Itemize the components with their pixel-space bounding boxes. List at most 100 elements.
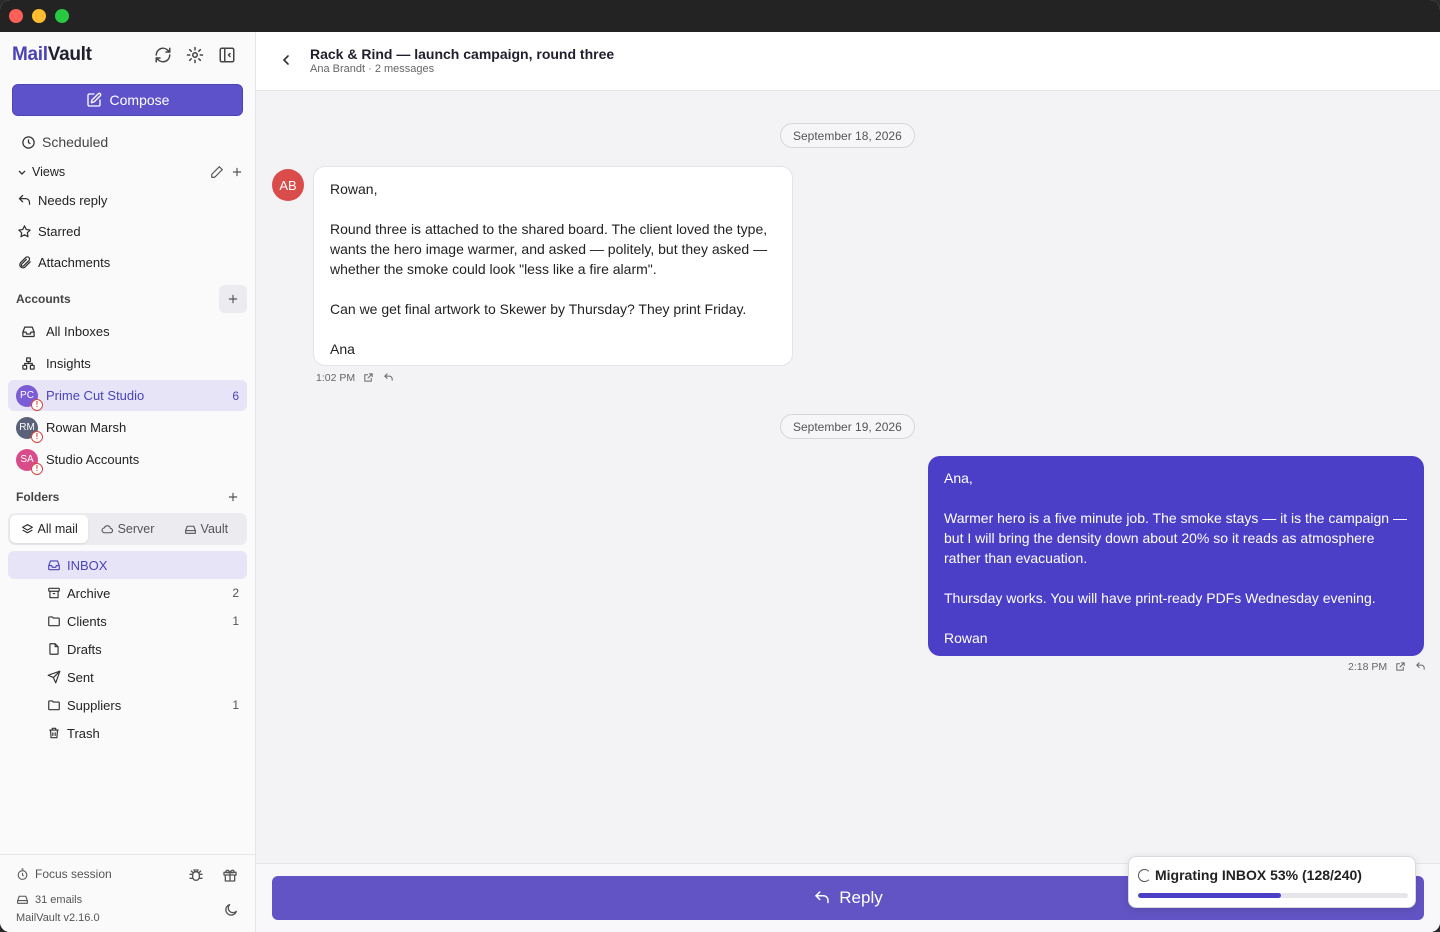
views-label: Views [32, 165, 66, 179]
send-icon [46, 669, 62, 685]
account-rowan-marsh[interactable]: RM! Rowan Marsh [8, 412, 247, 443]
segment-label: Vault [200, 522, 229, 536]
star-icon [16, 223, 32, 239]
folder-icon [46, 613, 62, 629]
drive-icon [17, 895, 28, 904]
chevron-down-icon [16, 164, 28, 180]
segment-label: Server [117, 522, 155, 536]
sidebar-item-attachments[interactable]: Attachments [8, 248, 247, 276]
date-separator: September 19, 2026 [780, 414, 915, 439]
account-studio-accounts[interactable]: SA! Studio Accounts [8, 444, 247, 475]
segment-label: All mail [37, 522, 78, 536]
folder-suppliers[interactable]: Suppliers 1 [8, 691, 247, 719]
warning-icon: ! [31, 398, 43, 411]
spinner-icon [1138, 869, 1151, 882]
folder-label: INBOX [67, 557, 108, 573]
folder-clients[interactable]: Clients 1 [8, 607, 247, 635]
add-account-button[interactable] [219, 285, 247, 313]
compose-label: Compose [109, 92, 170, 108]
draft-icon [46, 641, 62, 657]
cloud-icon [101, 524, 113, 533]
message-paragraph: Warmer hero is a five minute job. The sm… [944, 510, 1407, 566]
sidebar-item-all-inboxes[interactable]: All Inboxes [8, 317, 247, 345]
drive-icon [184, 525, 196, 534]
open-external-icon[interactable] [1395, 661, 1407, 673]
chevron-left-icon [282, 55, 289, 65]
message-meta: 1:02 PM [316, 372, 395, 384]
unread-count: 6 [232, 388, 239, 403]
segment-all-mail[interactable]: All mail [10, 515, 89, 543]
minimize-window-button[interactable] [32, 9, 46, 23]
segment-vault[interactable]: Vault [167, 515, 245, 543]
back-button[interactable] [278, 52, 296, 70]
message-paragraph: Ana, [944, 470, 973, 486]
avatar-initials: SA [20, 454, 34, 465]
attachments-label: Attachments [38, 254, 111, 270]
thread-view: Rack & Rind — launch campaign, round thr… [256, 32, 1440, 932]
sender-avatar: AB [272, 169, 304, 201]
avatar-initials: PC [20, 390, 34, 401]
app-logo: MailVault [12, 44, 92, 66]
sidebar-item-scheduled[interactable]: Scheduled [8, 128, 247, 156]
accounts-heading: Accounts [16, 292, 71, 306]
message-time: 1:02 PM [316, 372, 356, 384]
folder-count: 1 [232, 698, 239, 712]
sidebar-item-needs-reply[interactable]: Needs reply [8, 186, 247, 214]
folder-label: Archive [67, 585, 111, 601]
folder-trash[interactable]: Trash [8, 719, 247, 747]
layers-icon [21, 523, 33, 533]
folder-label: Drafts [67, 641, 102, 657]
folder-drafts[interactable]: Drafts [8, 635, 247, 663]
sidebar-toggle-icon[interactable] [218, 46, 238, 66]
reply-icon[interactable] [1415, 661, 1427, 673]
app-version: MailVault v2.16.0 [16, 912, 100, 924]
reply-icon [16, 192, 32, 208]
focus-session-label: Focus session [35, 867, 112, 881]
open-external-icon[interactable] [363, 372, 375, 384]
email-count: 31 emails [16, 893, 82, 906]
folder-label: Clients [67, 613, 107, 629]
avatar: PC! [16, 384, 43, 411]
warning-icon: ! [31, 430, 43, 443]
sidebar: MailVault Compose Scheduled Views Needs … [0, 32, 256, 932]
gift-icon[interactable] [222, 867, 240, 885]
needs-reply-label: Needs reply [38, 192, 108, 208]
folder-archive[interactable]: Archive 2 [8, 579, 247, 607]
compose-button[interactable]: Compose [12, 84, 243, 116]
message-meta: 2:18 PM [1348, 661, 1427, 673]
zoom-window-button[interactable] [55, 9, 69, 23]
moon-icon[interactable] [223, 902, 241, 920]
focus-session-button[interactable]: Focus session [16, 867, 112, 881]
outgoing-message: Ana, Warmer hero is a five minute job. T… [928, 456, 1424, 656]
gear-icon[interactable] [186, 46, 206, 66]
message-paragraph: Rowan, [330, 181, 378, 197]
message-paragraph: Rowan [944, 630, 988, 646]
close-window-button[interactable] [9, 9, 23, 23]
sidebar-footer: Focus session 31 emails MailVault v2.16.… [0, 854, 255, 932]
emails-label: 31 emails [35, 893, 83, 906]
all-inboxes-label: All Inboxes [46, 323, 110, 339]
brand-vault: Vault [47, 44, 92, 65]
clock-icon [20, 134, 36, 150]
trash-icon [46, 725, 62, 741]
sidebar-item-insights[interactable]: Insights [8, 349, 247, 377]
refresh-icon[interactable] [154, 46, 174, 66]
segment-server[interactable]: Server [88, 515, 166, 543]
folder-sent[interactable]: Sent [8, 663, 247, 691]
migration-status: Migrating INBOX 53% (128/240) [1155, 867, 1362, 883]
bug-icon[interactable] [188, 867, 206, 885]
sidebar-item-starred[interactable]: Starred [8, 217, 247, 245]
date-separator: September 18, 2026 [780, 123, 915, 148]
add-view-icon[interactable] [227, 162, 247, 182]
account-prime-cut-studio[interactable]: PC! Prime Cut Studio 6 [8, 380, 247, 411]
folder-label: Sent [67, 669, 94, 685]
folder-label: Trash [67, 725, 100, 741]
folder-inbox[interactable]: INBOX [8, 551, 247, 579]
avatar: RM! [16, 416, 43, 443]
insights-icon [20, 355, 36, 371]
edit-views-icon[interactable] [207, 162, 227, 182]
folder-count: 2 [232, 586, 239, 600]
reply-icon[interactable] [383, 372, 395, 384]
add-folder-icon[interactable] [223, 487, 243, 507]
account-label: Prime Cut Studio [46, 388, 145, 403]
